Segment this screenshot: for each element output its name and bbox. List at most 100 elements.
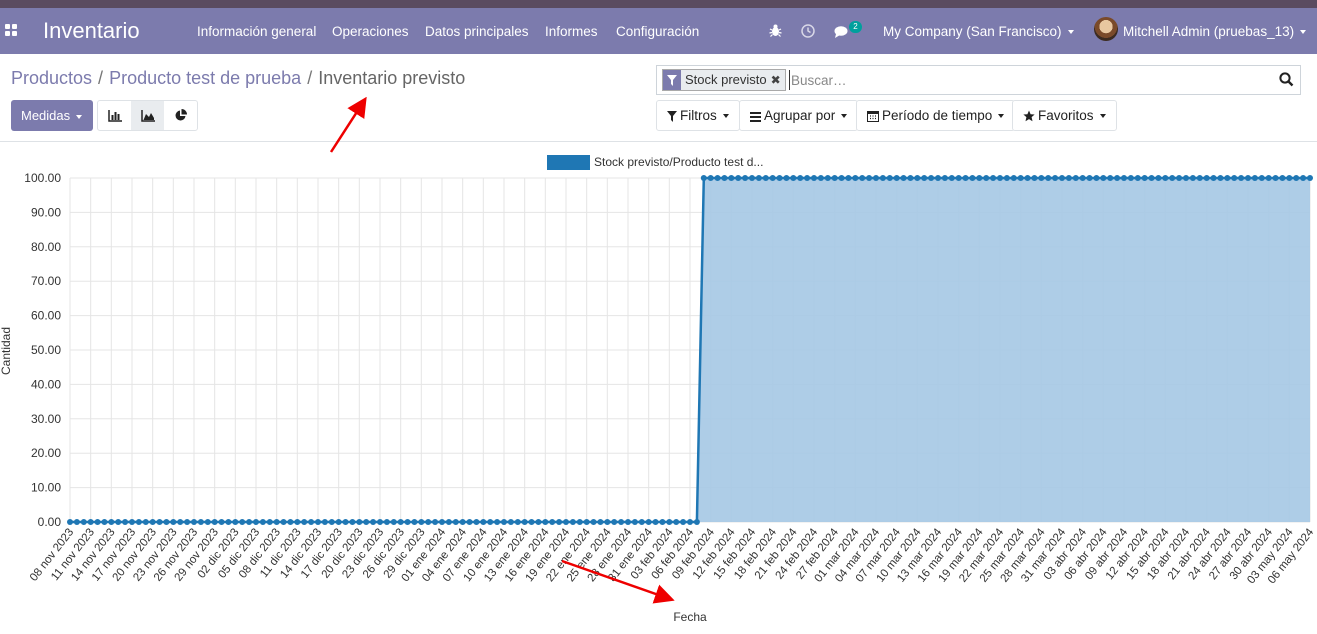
data-point [487, 519, 494, 525]
star-icon [1023, 110, 1035, 122]
data-point [129, 519, 135, 525]
data-point [666, 519, 673, 525]
data-point [1265, 175, 1272, 181]
breadcrumb-productos[interactable]: Productos [11, 68, 92, 88]
data-point [1231, 175, 1238, 181]
facet-remove-icon[interactable]: ✖ [771, 70, 785, 90]
data-point [349, 519, 356, 525]
data-point [122, 519, 129, 525]
y-tick-label: 50.00 [31, 343, 61, 357]
data-point [1203, 175, 1210, 181]
filter-icon [667, 111, 677, 122]
data-point [439, 519, 445, 525]
company-name: My Company (San Francisco) [883, 24, 1062, 39]
data-point [1189, 175, 1196, 181]
avatar[interactable] [1094, 17, 1118, 41]
data-point [1079, 175, 1086, 181]
filters-button[interactable]: Filtros [656, 100, 740, 131]
data-point [494, 519, 501, 525]
data-point [149, 519, 156, 525]
menu-informes[interactable]: Informes [545, 24, 598, 39]
data-point [845, 175, 852, 181]
data-point [866, 175, 873, 181]
data-point [197, 519, 204, 525]
data-point [480, 519, 487, 525]
area-chart-button[interactable] [131, 101, 164, 130]
data-point [976, 175, 983, 181]
favorites-label: Favoritos [1038, 108, 1094, 123]
data-point [425, 519, 432, 525]
data-point [67, 519, 73, 525]
data-point [218, 519, 225, 525]
data-point [1086, 175, 1093, 181]
time-period-button[interactable]: Período de tiempo [856, 100, 1016, 131]
app-title[interactable]: Inventario [43, 18, 140, 44]
data-point [473, 519, 480, 525]
data-point [87, 519, 94, 525]
data-point [259, 519, 266, 525]
data-point [907, 175, 914, 181]
chevron-down-icon [841, 114, 848, 119]
menu-operaciones[interactable]: Operaciones [332, 24, 409, 39]
user-menu[interactable]: Mitchell Admin (pruebas_13) [1123, 24, 1307, 39]
bar-chart-button[interactable] [98, 101, 131, 130]
data-point [762, 175, 769, 181]
data-point [356, 519, 363, 525]
clock-icon[interactable] [801, 24, 815, 38]
data-point [1134, 175, 1141, 181]
data-point [755, 175, 762, 181]
breadcrumb-producto[interactable]: Producto test de prueba [109, 68, 301, 88]
menu-informacion-general[interactable]: Información general [197, 24, 316, 39]
data-point [135, 519, 142, 525]
data-point [514, 519, 521, 525]
search-input[interactable] [789, 70, 1269, 90]
group-by-button[interactable]: Agrupar por [739, 100, 859, 131]
data-point [1258, 175, 1265, 181]
data-point [108, 519, 115, 525]
data-point [170, 519, 177, 525]
data-point [962, 175, 969, 181]
control-panel: Productos / Producto test de prueba / Invent… [0, 54, 1317, 142]
data-point [184, 519, 191, 525]
bug-icon[interactable] [769, 24, 782, 37]
y-tick-label: 60.00 [31, 309, 61, 323]
measures-label: Medidas [21, 108, 71, 123]
group-by-label: Agrupar por [764, 108, 836, 123]
data-point [301, 519, 308, 525]
data-point [246, 519, 253, 525]
data-point [535, 519, 542, 525]
y-tick-label: 30.00 [31, 412, 61, 426]
data-point [735, 175, 742, 181]
data-point [556, 519, 563, 525]
data-point [811, 175, 817, 181]
measures-button[interactable]: Medidas [11, 100, 93, 131]
data-point [142, 519, 149, 525]
data-point [769, 175, 776, 181]
top-stripe [0, 0, 1317, 8]
data-point [1224, 175, 1231, 181]
menu-configuracion[interactable]: Configuración [616, 24, 699, 39]
apps-icon[interactable] [5, 24, 19, 38]
data-point [1196, 175, 1203, 181]
data-point [1141, 175, 1148, 181]
pie-chart-button[interactable] [164, 101, 197, 130]
data-point [1169, 175, 1176, 181]
y-tick-label: 100.00 [24, 171, 61, 185]
data-point [935, 175, 941, 181]
data-point [418, 519, 425, 525]
data-point [879, 175, 886, 181]
data-point [211, 519, 218, 525]
data-point [1293, 175, 1300, 181]
company-switcher[interactable]: My Company (San Francisco) [883, 24, 1074, 39]
data-point [315, 519, 321, 525]
data-point [576, 519, 583, 525]
menu-datos-principales[interactable]: Datos principales [425, 24, 529, 39]
data-point [583, 519, 590, 525]
data-point [397, 519, 404, 525]
data-point [859, 175, 866, 181]
data-point [177, 519, 184, 525]
data-point [1045, 175, 1052, 181]
favorites-button[interactable]: Favoritos [1012, 100, 1117, 131]
data-point [645, 519, 652, 525]
search-icon[interactable] [1279, 72, 1294, 87]
